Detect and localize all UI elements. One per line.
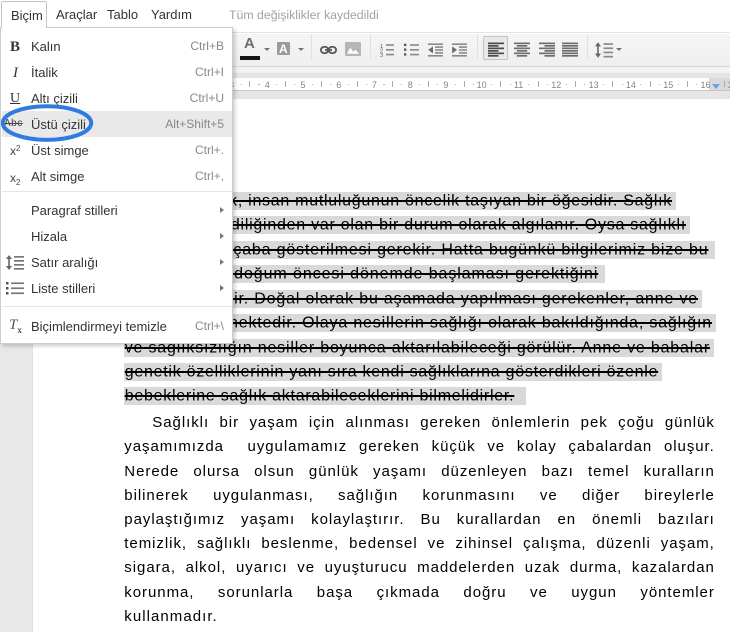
svg-text:3: 3 [380,53,383,57]
